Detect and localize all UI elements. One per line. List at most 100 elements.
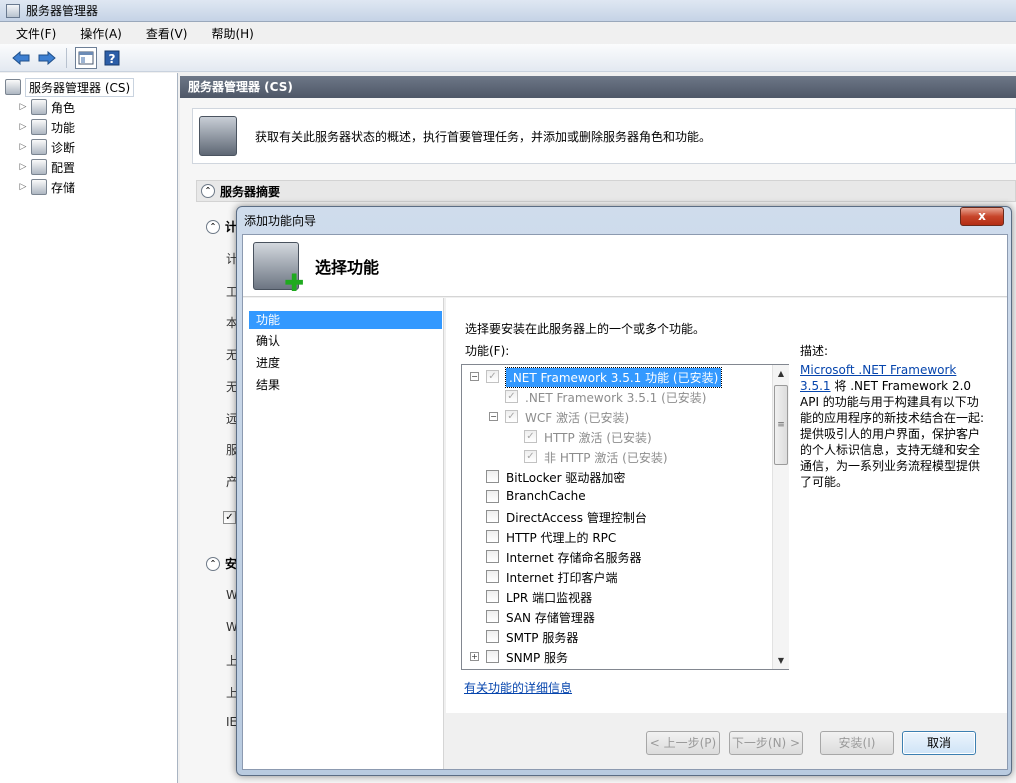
section-computer-info[interactable]: ⌃ 计 <box>206 218 237 235</box>
collapse-node-icon[interactable]: − <box>489 412 498 421</box>
feature-row[interactable]: − ✓ WCF 激活 (已安装) <box>462 407 772 427</box>
menu-view[interactable]: 查看(V) <box>142 24 192 43</box>
prev-button[interactable]: < 上一步(P) <box>646 731 720 755</box>
feature-row[interactable]: DirectAccess 管理控制台 <box>462 507 772 527</box>
feature-checkbox[interactable] <box>486 630 499 643</box>
forward-button[interactable] <box>36 47 58 69</box>
collapse-icon[interactable]: ⌃ <box>206 556 220 571</box>
feature-label: SMTP 服务器 <box>506 631 579 645</box>
scroll-thumb[interactable]: ≡ <box>774 385 788 465</box>
tree-root[interactable]: 服务器管理器 (CS) <box>2 77 135 97</box>
expand-arrow-icon[interactable]: ▷ <box>18 142 28 152</box>
console-tree: 服务器管理器 (CS) ▷ 角色 ▷ 功能 ▷ 诊断 ▷ 配置 ▷ 存储 <box>0 73 178 783</box>
description-label: 描述: <box>800 344 829 358</box>
feature-checkbox[interactable] <box>486 570 499 583</box>
feature-checkbox[interactable] <box>486 510 499 523</box>
tree-item-configuration[interactable]: ▷ 配置 <box>18 157 75 177</box>
features-scrollbar[interactable]: ▲ ≡ ▼ <box>772 365 789 669</box>
expand-node-icon[interactable]: + <box>470 652 479 661</box>
intro-banner: 获取有关此服务器状态的概述，执行首要管理任务，并添加或删除服务器角色和功能。 <box>192 108 1016 164</box>
feature-row[interactable]: HTTP 代理上的 RPC <box>462 527 772 547</box>
toolbar-separator <box>66 47 67 68</box>
forward-arrow-icon <box>38 50 56 65</box>
step-progress[interactable]: 进度 <box>249 354 442 372</box>
main-pane-header: 服务器管理器 (CS) <box>180 76 1016 98</box>
step-features[interactable]: 功能 <box>249 311 442 329</box>
feature-row[interactable]: SMTP 服务器 <box>462 627 772 647</box>
tree-item-diagnostics[interactable]: ▷ 诊断 <box>18 137 75 157</box>
feature-checkbox[interactable]: ✓ <box>505 410 518 423</box>
intro-text: 获取有关此服务器状态的概述，执行首要管理任务，并添加或删除服务器角色和功能。 <box>255 129 712 144</box>
feature-row[interactable]: BitLocker 驱动器加密 <box>462 467 772 487</box>
cancel-button[interactable]: 取消 <box>902 731 976 755</box>
scroll-up-icon[interactable]: ▲ <box>773 365 789 382</box>
feature-row[interactable]: Internet 存储命名服务器 <box>462 547 772 567</box>
feature-label: BranchCache <box>506 489 586 503</box>
feature-row[interactable]: + SNMP 服务 <box>462 647 772 667</box>
description-text: 将 .NET Framework 2.0 API 的功能与用于构建具有以下功能的… <box>800 379 985 489</box>
feature-checkbox[interactable] <box>486 590 499 603</box>
more-info-link[interactable]: 有关功能的详细信息 <box>464 679 572 696</box>
install-button[interactable]: 安装(I) <box>820 731 894 755</box>
summary-checkbox[interactable]: ✓ <box>223 511 236 524</box>
feature-checkbox[interactable] <box>486 470 499 483</box>
roles-icon <box>31 99 47 115</box>
feature-label: BitLocker 驱动器加密 <box>506 471 626 485</box>
feature-label: Internet 打印客户端 <box>506 571 618 585</box>
features-tree-list: − ✓ .NET Framework 3.5.1 功能 (已安装) ✓ .NET Fra… <box>461 364 789 670</box>
feature-row[interactable]: ✓ .NET Framework 3.5.1 (已安装) <box>462 387 772 407</box>
help-icon: ? <box>104 50 120 66</box>
window-titlebar: 服务器管理器 <box>0 0 1016 22</box>
tree-item-label: 配置 <box>51 160 76 175</box>
collapse-icon[interactable]: ⌃ <box>206 219 220 234</box>
scroll-down-icon[interactable]: ▼ <box>773 652 789 669</box>
feature-checkbox[interactable]: ✓ <box>524 430 537 443</box>
features-icon <box>31 119 47 135</box>
wizard-steps: 功能 确认 进度 结果 <box>243 298 444 769</box>
feature-checkbox[interactable] <box>486 610 499 623</box>
section-server-summary[interactable]: ⌃ 服务器摘要 <box>196 180 1016 202</box>
expand-arrow-icon[interactable]: ▷ <box>18 102 28 112</box>
feature-checkbox[interactable] <box>486 550 499 563</box>
help-button[interactable]: ? <box>101 47 123 69</box>
plus-icon: ✚ <box>284 268 305 297</box>
feature-row[interactable]: BranchCache <box>462 487 772 507</box>
feature-checkbox[interactable]: ✓ <box>505 390 518 403</box>
feature-row[interactable]: SAN 存储管理器 <box>462 607 772 627</box>
close-button[interactable]: x <box>960 207 1004 226</box>
feature-checkbox[interactable]: ✓ <box>486 370 499 383</box>
expand-arrow-icon[interactable]: ▷ <box>18 182 28 192</box>
step-results[interactable]: 结果 <box>249 376 442 394</box>
collapse-icon[interactable]: ⌃ <box>201 184 215 198</box>
collapse-node-icon[interactable]: − <box>470 372 479 381</box>
console-tree-icon <box>78 51 94 64</box>
feature-row[interactable]: − ✓ .NET Framework 3.5.1 功能 (已安装) <box>462 367 772 388</box>
menu-file[interactable]: 文件(F) <box>12 24 60 43</box>
feature-label: WCF 激活 (已安装) <box>525 411 630 425</box>
expand-arrow-icon[interactable]: ▷ <box>18 122 28 132</box>
menu-help[interactable]: 帮助(H) <box>207 24 257 43</box>
next-button[interactable]: 下一步(N) > <box>729 731 803 755</box>
menu-action[interactable]: 操作(A) <box>76 24 126 43</box>
section-security-info[interactable]: ⌃ 安 <box>206 555 237 572</box>
feature-row[interactable]: ✓ 非 HTTP 激活 (已安装) <box>462 447 772 467</box>
feature-checkbox[interactable] <box>486 530 499 543</box>
feature-label: 非 HTTP 激活 (已安装) <box>544 451 668 465</box>
feature-label: SNMP 服务 <box>506 651 568 665</box>
tree-item-features[interactable]: ▷ 功能 <box>18 117 75 137</box>
feature-checkbox[interactable] <box>486 650 499 663</box>
server-manager-icon <box>5 79 21 95</box>
back-button[interactable] <box>10 47 32 69</box>
tree-item-storage[interactable]: ▷ 存储 <box>18 177 75 197</box>
show-hide-tree-button[interactable] <box>75 46 97 69</box>
feature-checkbox[interactable]: ✓ <box>524 450 537 463</box>
feature-row[interactable]: ✓ HTTP 激活 (已安装) <box>462 427 772 447</box>
feature-label: Internet 存储命名服务器 <box>506 551 642 565</box>
tree-item-roles[interactable]: ▷ 角色 <box>18 97 75 117</box>
feature-row[interactable]: Internet 打印客户端 <box>462 567 772 587</box>
feature-checkbox[interactable] <box>486 490 499 503</box>
step-confirm[interactable]: 确认 <box>249 332 442 350</box>
feature-row[interactable]: LPR 端口监视器 <box>462 587 772 607</box>
expand-arrow-icon[interactable]: ▷ <box>18 162 28 172</box>
feature-label: DirectAccess 管理控制台 <box>506 511 647 525</box>
